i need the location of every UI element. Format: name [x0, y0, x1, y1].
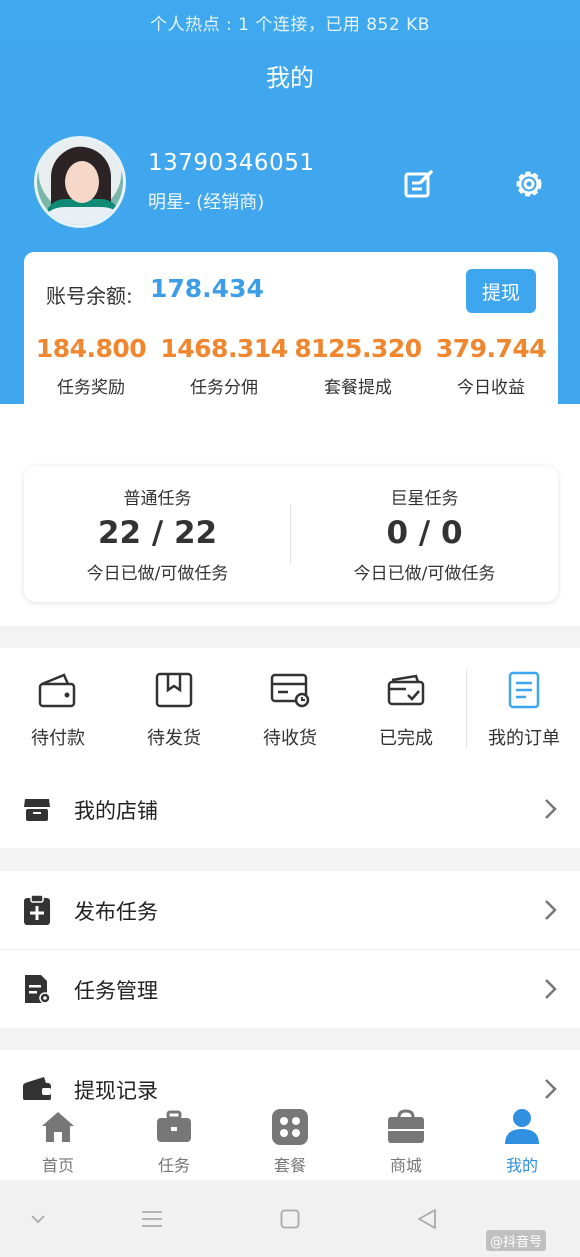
balance-card: 账号余额: 178.434 提现 184.800 任务奖励 1468.314 任… [24, 252, 558, 412]
task-title: 普通任务 [123, 489, 192, 509]
task-sub: 今日已做/可做任务 [86, 564, 229, 584]
stat-label: 套餐提成 [324, 378, 392, 398]
menu-label: 任务管理 [74, 979, 158, 1003]
user-phone: 13790346051 [148, 150, 315, 176]
edit-icon[interactable] [401, 166, 437, 202]
stat-value: 379.744 [435, 334, 547, 363]
stat-value: 1468.314 [160, 334, 288, 363]
stat-package-commission[interactable]: 8125.320 套餐提成 [291, 334, 425, 398]
stat-task-reward[interactable]: 184.800 任务奖励 [24, 334, 158, 398]
chevron-right-icon [545, 900, 557, 920]
chevron-right-icon [545, 799, 557, 819]
order-pending-payment[interactable]: 待付款 [0, 670, 116, 750]
task-count: 22 / 22 [97, 515, 218, 551]
avatar-face [65, 161, 99, 203]
withdraw-button[interactable]: 提现 [466, 269, 536, 313]
user-role: 明星- (经销商) [148, 192, 265, 213]
shop-bag-icon [387, 1108, 425, 1146]
chevron-right-icon [545, 979, 557, 999]
task-card: 普通任务 22 / 22 今日已做/可做任务 巨星任务 0 / 0 今日已做/可… [24, 466, 558, 602]
order-pending-receipt[interactable]: 待收货 [232, 670, 348, 750]
stat-label: 任务奖励 [57, 378, 125, 398]
normal-task[interactable]: 普通任务 22 / 22 今日已做/可做任务 [24, 484, 291, 584]
tab-label: 商城 [389, 1156, 422, 1175]
menu-lines-icon[interactable] [139, 1206, 165, 1232]
order-completed[interactable]: 已完成 [348, 670, 464, 750]
clipboard-add-icon [22, 894, 52, 926]
task-count: 0 / 0 [386, 515, 463, 551]
tab-package[interactable]: 套餐 [232, 1108, 348, 1176]
user-icon [503, 1108, 541, 1146]
completed-icon [386, 670, 426, 710]
menu-label: 我的店铺 [74, 799, 158, 823]
bottom-tab-bar: 首页 任务 套餐 商城 我的 [0, 1100, 580, 1180]
stat-task-commission[interactable]: 1468.314 任务分佣 [157, 334, 291, 398]
menu-publish-task[interactable]: 发布任务 [0, 871, 580, 949]
file-gear-icon [22, 973, 52, 1005]
tab-label: 首页 [41, 1156, 74, 1175]
my-orders[interactable]: 我的订单 [466, 670, 580, 750]
tab-mine[interactable]: 我的 [464, 1108, 580, 1176]
stat-value: 8125.320 [294, 334, 422, 363]
hotspot-status-bar: 个人热点 : 1 个连接，已用 852 KB [0, 0, 580, 44]
stat-today-income[interactable]: 379.744 今日收益 [424, 334, 558, 398]
chevron-right-icon [545, 1079, 557, 1099]
back-triangle-icon[interactable] [414, 1206, 440, 1232]
order-label: 待付款 [31, 728, 85, 749]
orders-row: 待付款 待发货 待收货 已完成 我的订单 [0, 648, 580, 772]
menu-label: 发布任务 [74, 900, 158, 924]
menu-task-management[interactable]: 任务管理 [0, 950, 580, 1028]
avatar-shirt [45, 199, 121, 225]
task-sub: 今日已做/可做任务 [353, 564, 496, 584]
order-list-icon [504, 670, 544, 710]
tab-home[interactable]: 首页 [0, 1108, 116, 1176]
page-title: 我的 [266, 64, 314, 92]
order-label: 待发货 [147, 728, 201, 749]
balance-value: 178.434 [150, 274, 264, 303]
menu-my-store[interactable]: 我的店铺 [0, 770, 580, 848]
grid-icon [271, 1108, 309, 1146]
stat-label: 今日收益 [457, 378, 525, 398]
tab-label: 任务 [157, 1156, 190, 1175]
card-clock-icon [270, 670, 310, 710]
order-label: 我的订单 [488, 728, 560, 749]
star-task[interactable]: 巨星任务 0 / 0 今日已做/可做任务 [291, 484, 558, 584]
hotspot-text: 个人热点 : 1 个连接，已用 852 KB [150, 14, 430, 35]
tab-label: 我的 [505, 1156, 538, 1175]
chevron-down-icon[interactable] [25, 1206, 51, 1232]
home-square-icon[interactable] [277, 1206, 303, 1232]
tab-label: 套餐 [273, 1156, 306, 1175]
task-title: 巨星任务 [390, 489, 459, 509]
profile-page: 个人热点 : 1 个连接，已用 852 KB 我的 13790346051 明星… [0, 0, 580, 1257]
gear-icon[interactable] [511, 166, 547, 202]
store-icon [22, 793, 52, 825]
package-icon [154, 670, 194, 710]
home-icon [39, 1108, 77, 1146]
tab-mall[interactable]: 商城 [348, 1108, 464, 1176]
tab-task[interactable]: 任务 [116, 1108, 232, 1176]
balance-label: 账号余额: [46, 284, 133, 308]
avatar[interactable] [34, 136, 126, 228]
wallet-icon [38, 670, 78, 710]
order-pending-shipment[interactable]: 待发货 [116, 670, 232, 750]
order-label: 已完成 [379, 728, 433, 749]
briefcase-icon [155, 1108, 193, 1146]
watermark: @抖音号 [486, 1230, 547, 1251]
order-label: 待收货 [263, 728, 317, 749]
stat-value: 184.800 [35, 334, 147, 363]
stat-label: 任务分佣 [190, 378, 258, 398]
